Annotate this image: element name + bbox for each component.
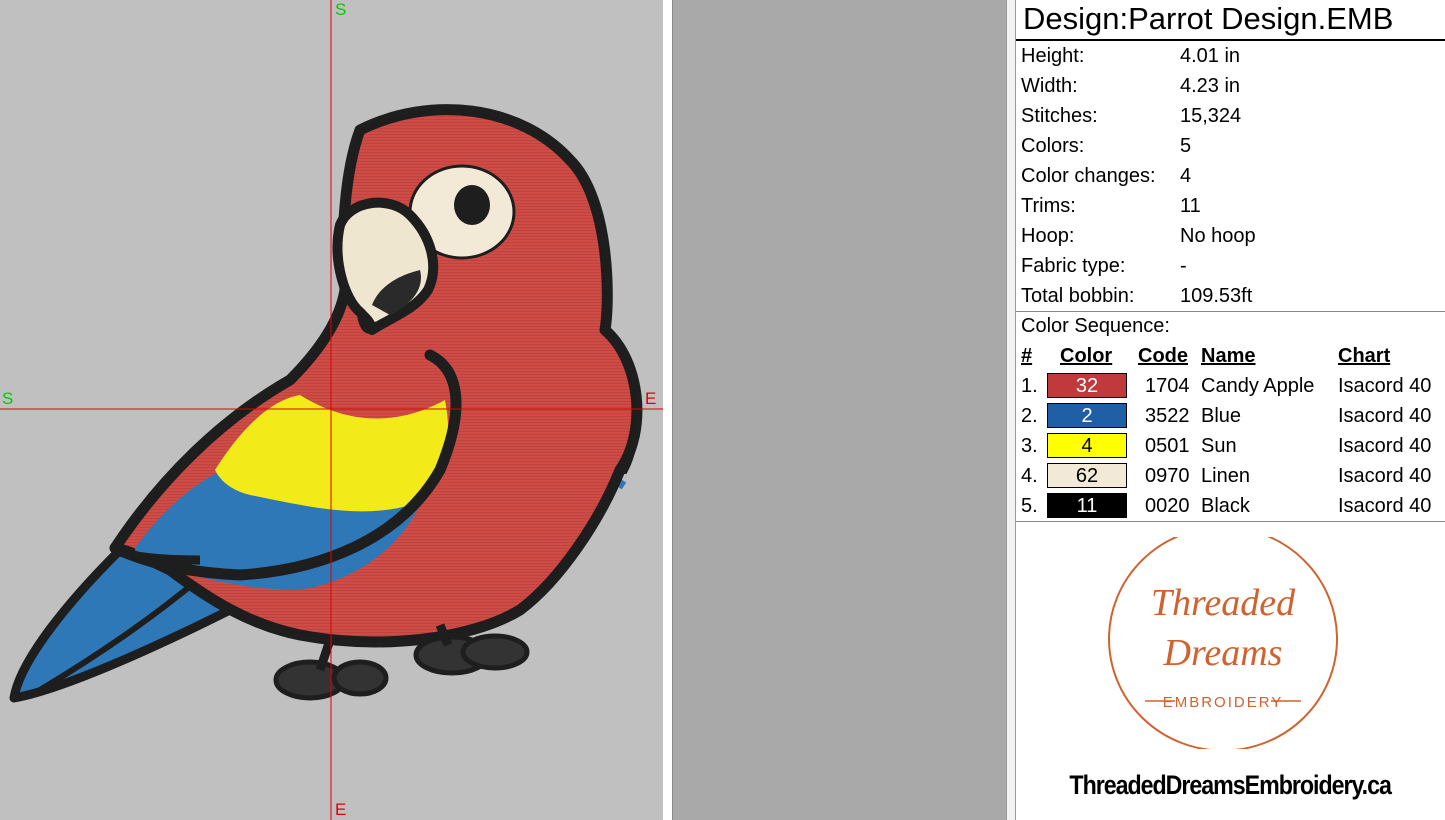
logo-line3: EMBROIDERY — [1163, 694, 1284, 711]
design-canvas[interactable]: S E S E — [0, 0, 663, 820]
design-title: Design:Parrot Design.EMB — [1023, 1, 1394, 36]
property-label-stitches: Stitches: — [1021, 105, 1098, 127]
color-code: 0020 — [1145, 495, 1190, 517]
axis-label-left: S — [2, 389, 14, 408]
color-index: 2. — [1021, 405, 1038, 427]
property-label-trims: Trims: — [1021, 195, 1076, 217]
panel-splitter[interactable] — [1006, 0, 1016, 820]
color-row[interactable]: 3. 4 0501 Sun Isacord 40 — [1016, 431, 1445, 461]
color-code: 1704 — [1145, 375, 1190, 397]
sequence-divider — [1016, 521, 1445, 522]
color-row[interactable]: 5. 11 0020 Black Isacord 40 — [1016, 491, 1445, 521]
logo-line1: Threaded — [1151, 582, 1296, 624]
axis-label-bottom: E — [335, 800, 347, 819]
properties-divider — [1016, 311, 1445, 312]
property-label-height: Height: — [1021, 45, 1085, 67]
website-text: ThreadedDreamsEmbroidery.ca — [1069, 770, 1391, 800]
color-chart: Isacord 40 — [1338, 435, 1432, 457]
parrot-embroidery-preview — [0, 0, 663, 820]
property-value-total-bobbin: 109.53ft — [1180, 285, 1253, 307]
property-value-height: 4.01 in — [1180, 45, 1241, 67]
color-index: 4. — [1021, 465, 1038, 487]
property-label-total-bobbin: Total bobbin: — [1021, 285, 1135, 307]
title-divider — [1016, 39, 1445, 41]
color-row[interactable]: 1. 32 1704 Candy Apple Isacord 40 — [1016, 371, 1445, 401]
property-label-colors: Colors: — [1021, 135, 1085, 157]
property-value-hoop: No hoop — [1180, 225, 1256, 247]
color-code: 0501 — [1145, 435, 1190, 457]
color-name: Blue — [1201, 405, 1242, 427]
color-index: 1. — [1021, 375, 1038, 397]
property-label-color-changes: Color changes: — [1021, 165, 1156, 187]
color-chart: Isacord 40 — [1338, 495, 1432, 517]
header-code: Code — [1138, 345, 1188, 367]
property-label-hoop: Hoop: — [1021, 225, 1075, 247]
property-value-trims: 11 — [1180, 195, 1201, 217]
property-label-fabric-type: Fabric type: — [1021, 255, 1126, 277]
axis-label-top: S — [335, 0, 347, 19]
color-code: 3522 — [1145, 405, 1190, 427]
header-name: Name — [1201, 345, 1256, 367]
color-code: 0970 — [1145, 465, 1190, 487]
workspace-area — [673, 0, 1006, 820]
header-chart: Chart — [1338, 345, 1391, 367]
color-swatch: 4 — [1047, 433, 1127, 458]
property-value-width: 4.23 in — [1180, 75, 1241, 97]
color-name: Candy Apple — [1201, 375, 1315, 397]
color-index: 5. — [1021, 495, 1038, 517]
color-swatch: 11 — [1047, 493, 1127, 518]
color-sequence-title: Color Sequence: — [1021, 315, 1170, 337]
property-label-width: Width: — [1021, 75, 1078, 97]
color-swatch: 32 — [1047, 373, 1127, 398]
color-row[interactable]: 2. 2 3522 Blue Isacord 40 — [1016, 401, 1445, 431]
parrot-eye — [454, 185, 490, 225]
design-info-panel: Design:Parrot Design.EMB Height: 4.01 in… — [1016, 0, 1445, 820]
color-name: Linen — [1201, 465, 1250, 487]
color-chart: Isacord 40 — [1338, 465, 1432, 487]
property-value-fabric-type: - — [1180, 255, 1187, 277]
color-name: Sun — [1201, 435, 1237, 457]
color-swatch: 2 — [1047, 403, 1127, 428]
header-index: # — [1021, 345, 1033, 367]
color-name: Black — [1201, 495, 1250, 517]
logo-line2: Dreams — [1163, 632, 1283, 674]
color-chart: Isacord 40 — [1338, 375, 1432, 397]
axis-label-right: E — [645, 389, 657, 408]
property-value-colors: 5 — [1180, 135, 1192, 157]
color-chart: Isacord 40 — [1338, 405, 1432, 427]
threaded-dreams-logo: Threaded Dreams EMBROIDERY — [1108, 537, 1338, 749]
color-index: 3. — [1021, 435, 1038, 457]
property-value-color-changes: 4 — [1180, 165, 1192, 187]
color-row[interactable]: 4. 62 0970 Linen Isacord 40 — [1016, 461, 1445, 491]
header-color: Color — [1060, 345, 1113, 367]
color-swatch: 62 — [1047, 463, 1127, 488]
property-value-stitches: 15,324 — [1180, 105, 1242, 127]
